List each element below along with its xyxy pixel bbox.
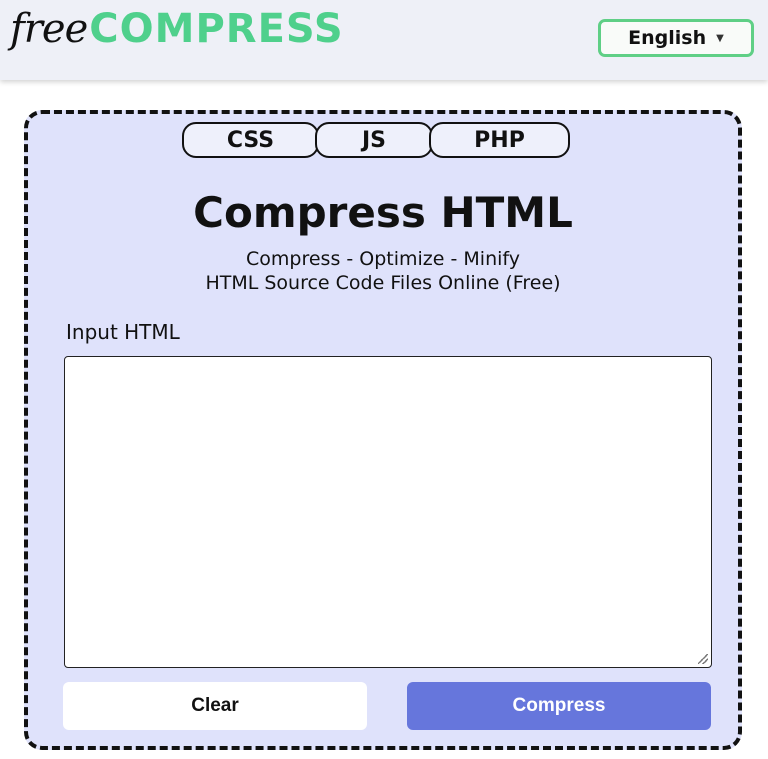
tab-php[interactable]: PHP (429, 122, 570, 158)
tab-js[interactable]: JS (315, 122, 433, 158)
page-title: Compress HTML (193, 188, 573, 237)
language-tabs: CSS JS PHP (182, 122, 570, 158)
logo-free-text: free (10, 6, 88, 52)
html-input-field[interactable] (64, 356, 712, 668)
site-header: free COMPRESS English ▼ (0, 0, 768, 80)
input-label: Input HTML (66, 320, 180, 344)
compress-button[interactable]: Compress (407, 682, 711, 730)
resize-grip-icon[interactable] (698, 654, 708, 664)
clear-button[interactable]: Clear (63, 682, 367, 730)
page-subtitle: Compress - Optimize - Minify HTML Source… (28, 247, 738, 295)
caret-down-icon: ▼ (716, 32, 724, 44)
logo-compress-text: COMPRESS (89, 6, 344, 52)
subtitle-line-2: HTML Source Code Files Online (Free) (205, 272, 561, 294)
language-select-value: English (628, 27, 707, 49)
tab-css[interactable]: CSS (182, 122, 319, 158)
language-select[interactable]: English ▼ (598, 19, 754, 57)
subtitle-line-1: Compress - Optimize - Minify (246, 248, 520, 270)
compress-card: CSS JS PHP Compress HTML Compress - Opti… (24, 110, 742, 750)
site-logo[interactable]: free COMPRESS (10, 6, 344, 66)
